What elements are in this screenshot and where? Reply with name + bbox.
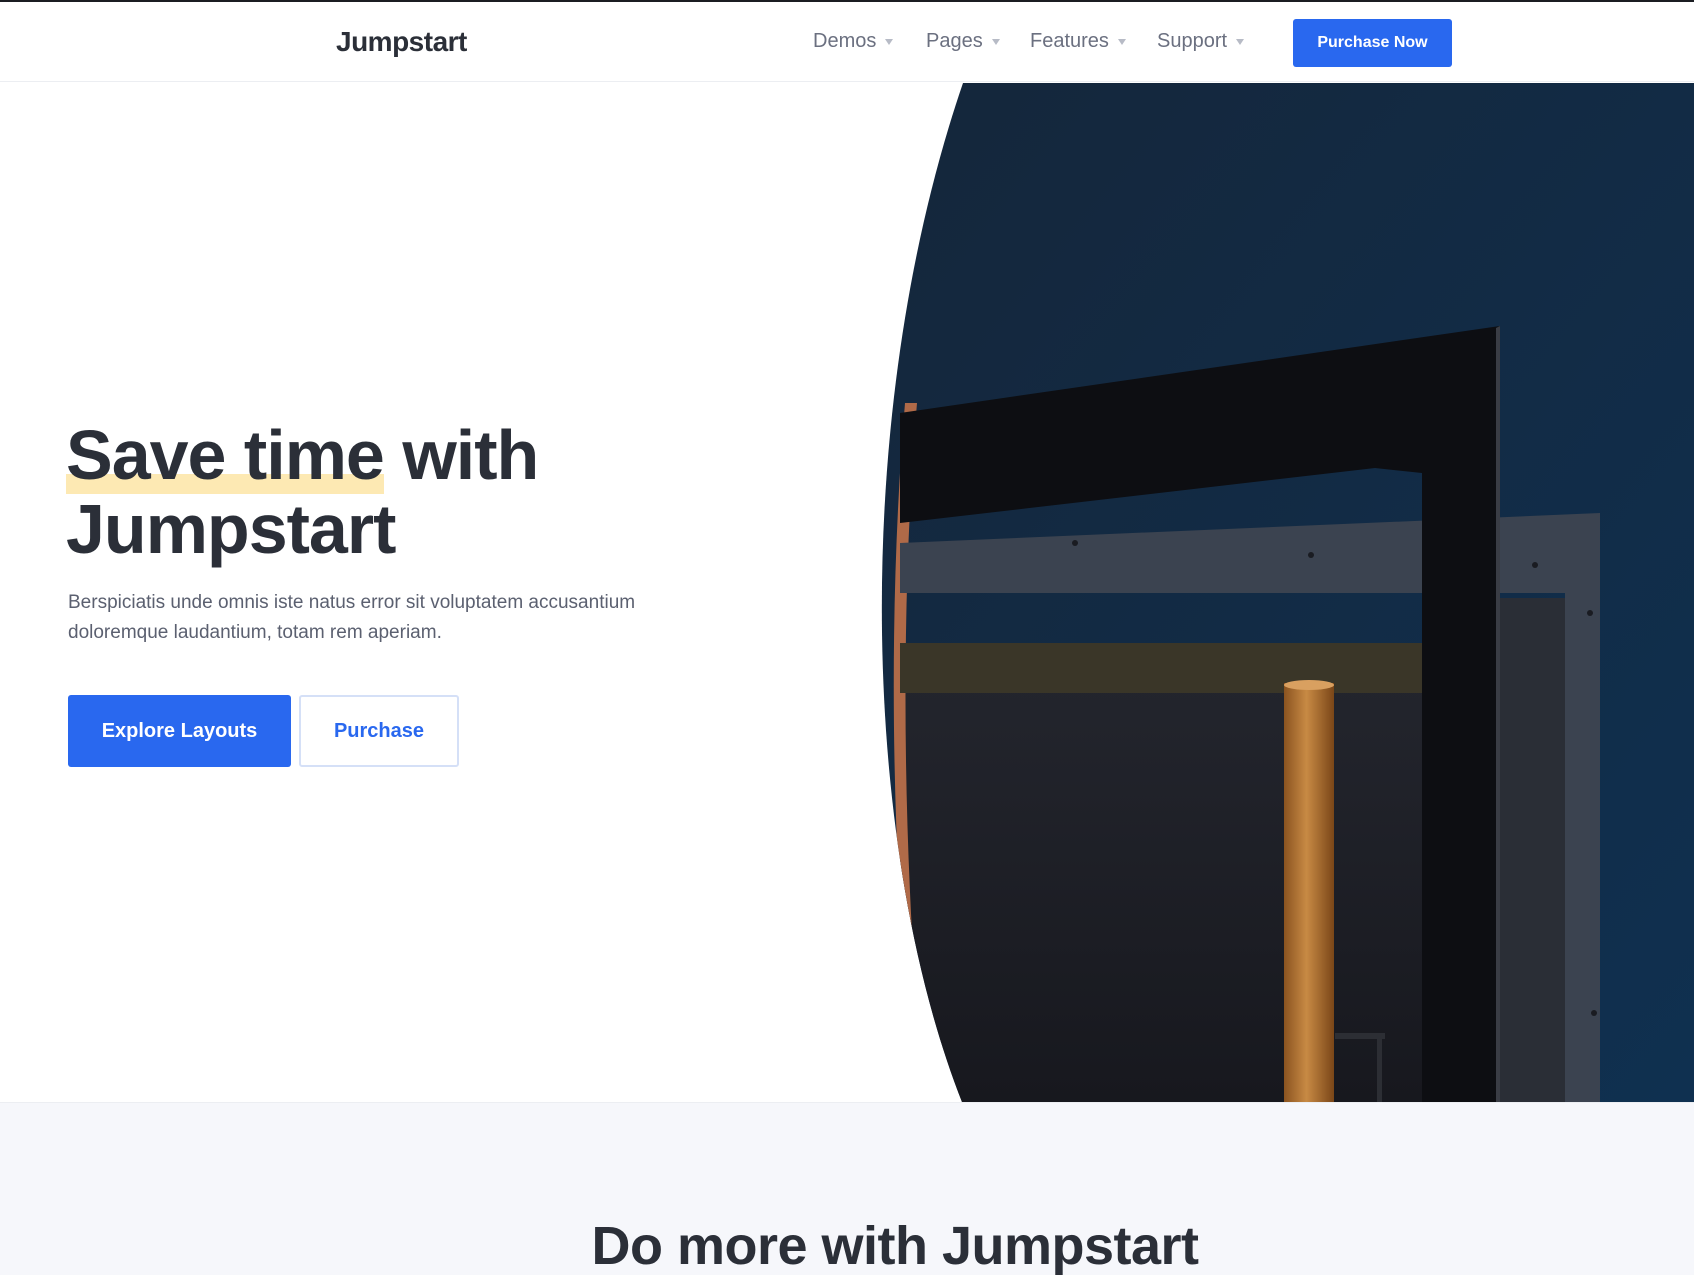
hero-title-highlight: Save time [66, 416, 385, 494]
purchase-button[interactable]: Purchase [299, 695, 459, 767]
features-section: Do more with Jumpstart [0, 1102, 1694, 1275]
nav-item-label: Features [1030, 30, 1109, 52]
nav-item-label: Demos [813, 30, 877, 52]
hero-section: Save time with Jumpstart Berspiciatis un… [0, 83, 1694, 1102]
nav-item-support[interactable]: Support [1157, 30, 1245, 53]
features-title: Do more with Jumpstart [591, 1216, 1199, 1275]
caret-down-icon [1236, 38, 1245, 45]
nav-item-pages[interactable]: Pages [926, 30, 1000, 53]
hero-title-rest: with [383, 416, 539, 494]
purchase-now-button[interactable]: Purchase Now [1293, 19, 1452, 67]
explore-layouts-button[interactable]: Explore Layouts [68, 695, 291, 767]
hero-title: Save time with Jumpstart [66, 416, 539, 568]
caret-down-icon [1117, 38, 1126, 45]
hero-title-line2: Jumpstart [66, 490, 396, 568]
nav-item-demos[interactable]: Demos [813, 30, 894, 53]
hero-subtitle: Berspiciatis unde omnis iste natus error… [68, 592, 636, 643]
nav-item-label: Support [1157, 30, 1228, 52]
nav-item-label: Pages [926, 30, 983, 52]
logo[interactable]: Jumpstart [336, 26, 467, 58]
nav-item-features[interactable]: Features [1030, 30, 1126, 53]
caret-down-icon [885, 38, 894, 45]
navbar: Jumpstart Demos Pages Features Support P… [0, 2, 1694, 82]
caret-down-icon [991, 38, 1000, 45]
